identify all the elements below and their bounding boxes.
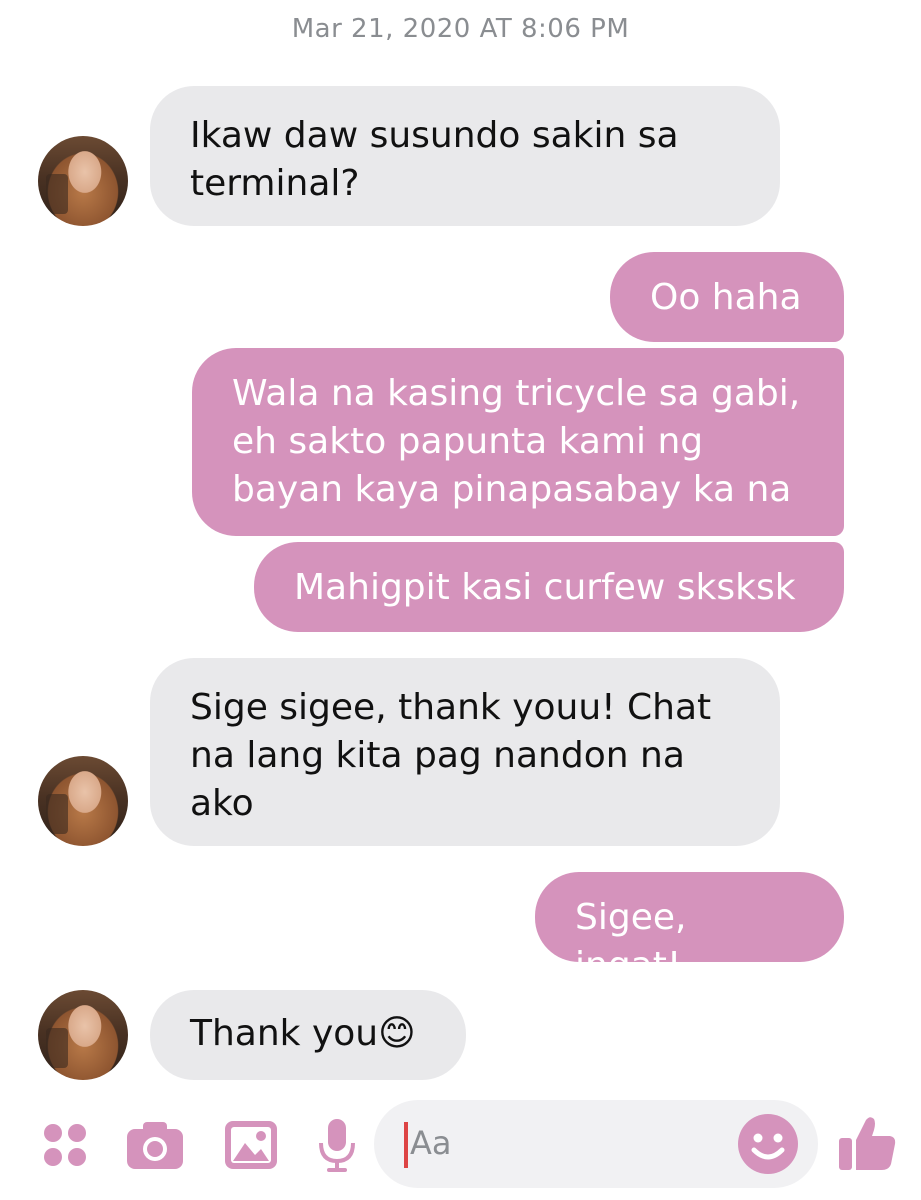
gallery-button[interactable]	[220, 1114, 282, 1176]
microphone-icon	[319, 1119, 355, 1172]
image-icon	[225, 1121, 277, 1169]
outgoing-message-bubble[interactable]: Mahigpit kasi curfew sksksk	[254, 542, 844, 632]
like-button[interactable]	[836, 1112, 898, 1174]
voice-button[interactable]	[306, 1114, 368, 1176]
camera-button[interactable]	[124, 1114, 186, 1176]
text-cursor	[404, 1122, 408, 1168]
sender-avatar[interactable]	[38, 136, 128, 226]
incoming-message-bubble[interactable]: Sige sigee, thank youu! Chat na lang kit…	[150, 658, 780, 846]
outgoing-message-bubble[interactable]: Sigee, ingat!	[535, 872, 844, 986]
composer-bar: Aa	[0, 1092, 921, 1200]
sender-avatar[interactable]	[38, 756, 128, 846]
incoming-message-bubble[interactable]: Ikaw daw susundo sakin sa terminal?	[150, 86, 780, 226]
outgoing-message-bubble[interactable]: Wala na kasing tricycle sa gabi, eh sakt…	[192, 348, 844, 536]
message-timestamp: Mar 21, 2020 AT 8:06 PM	[291, 14, 630, 44]
incoming-message-bubble[interactable]: Thank you😊	[150, 990, 466, 1080]
outgoing-message-bubble[interactable]: Oo haha	[610, 252, 844, 342]
camera-icon	[127, 1122, 183, 1169]
message-input-placeholder: Aa	[410, 1124, 452, 1162]
apps-button[interactable]	[34, 1114, 96, 1176]
emoji-button[interactable]	[736, 1112, 800, 1176]
thumbs-up-icon	[839, 1117, 896, 1170]
emoji-icon	[738, 1114, 798, 1174]
apps-icon	[44, 1124, 86, 1166]
sender-avatar[interactable]	[38, 990, 128, 1080]
message-input[interactable]: Aa	[374, 1100, 818, 1188]
